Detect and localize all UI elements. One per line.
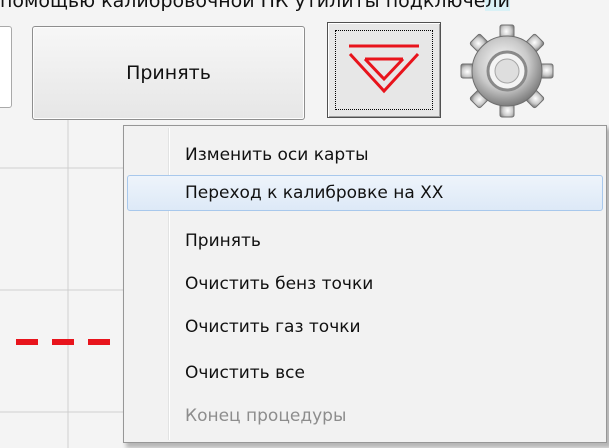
context-menu: Изменить оси карты Переход к калибровке …	[123, 125, 607, 443]
triangle-menu-button[interactable]	[327, 22, 441, 118]
menu-item-label: Очистить газ точки	[185, 317, 361, 337]
menu-item-label: Конец процедуры	[185, 406, 347, 426]
chart-grid-fragment	[0, 120, 140, 448]
menu-item-end-procedure: Конец процедуры	[127, 398, 603, 434]
menu-item-clear-gas-points[interactable]: Очистить газ точки	[127, 309, 603, 345]
instruction-text-prefix: помощью калибровочной ПК утилиты подключ…	[0, 0, 486, 11]
accept-button[interactable]: Принять	[32, 26, 305, 120]
menu-item-change-axes[interactable]: Изменить оси карты	[127, 137, 603, 173]
menu-item-clear-all[interactable]: Очистить все	[127, 355, 603, 391]
menu-item-clear-petrol-points[interactable]: Очистить бенз точки	[127, 266, 603, 302]
instruction-text-highlight: ли	[485, 0, 510, 11]
menu-item-label: Переход к калибровке на XX	[185, 183, 444, 203]
menu-item-accept[interactable]: Принять	[127, 223, 603, 259]
gear-icon[interactable]	[455, 20, 559, 120]
menu-item-go-to-idle-calibration[interactable]: Переход к калибровке на XX	[127, 175, 603, 211]
menu-item-label: Принять	[185, 231, 261, 251]
left-edge-panel	[0, 26, 12, 108]
instruction-text: помощью калибровочной ПК утилиты подключ…	[0, 0, 609, 11]
menu-item-label: Очистить бенз точки	[185, 274, 374, 294]
menu-item-label: Очистить все	[185, 363, 305, 383]
red-triangle-down-icon	[348, 44, 420, 94]
accept-button-label: Принять	[126, 62, 211, 84]
menu-item-label: Изменить оси карты	[185, 145, 369, 165]
